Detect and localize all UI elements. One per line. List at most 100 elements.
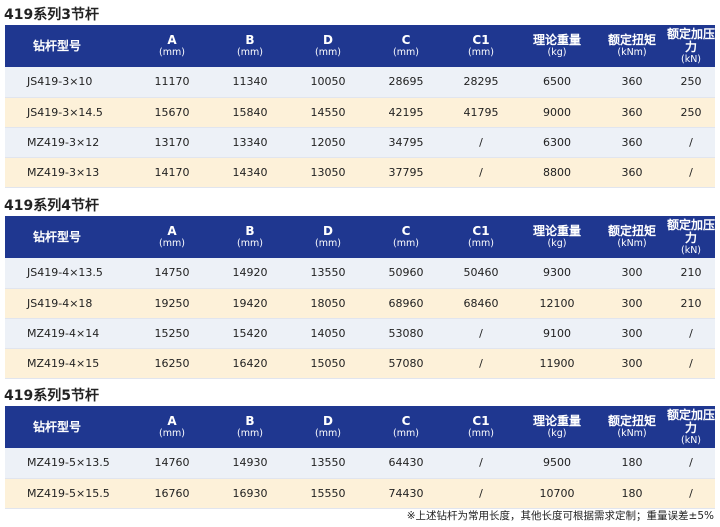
- cell-weight: 9100: [543, 326, 571, 340]
- table-row: JS419-3×14.5 15670 15840 14550 42195 41795 900…: [5, 97, 715, 127]
- header-label: 额定加压力: [667, 26, 716, 54]
- header-unit: (mm): [315, 428, 341, 439]
- header-label: 额定加压力: [667, 217, 716, 245]
- header-label: 理论重量: [532, 414, 581, 428]
- header-unit: (kN): [680, 53, 702, 65]
- cell-d: 13550: [310, 266, 346, 280]
- cell-a: 13170: [154, 135, 190, 149]
- header-d: D (mm): [289, 25, 367, 67]
- cell-c: 53080: [388, 326, 424, 340]
- cell-torque: 180: [621, 456, 643, 470]
- header-a: A (mm): [133, 406, 211, 448]
- header-label: C1: [472, 224, 490, 238]
- cell-force: 250: [680, 75, 702, 89]
- section-title: 419系列4节杆: [4, 198, 99, 214]
- spec-table: 钻杆型号 A (mm) B (mm) D (mm) C (mm) C1 (mm) 理论重量 (kg) 额定…: [5, 216, 715, 379]
- header-unit: (kN): [680, 244, 702, 256]
- header-label: 额定扭矩: [607, 33, 656, 47]
- table-row: MZ419-4×15 16250 16420 15050 57080 / 11900 300 /: [5, 348, 715, 378]
- header-a: A (mm): [133, 216, 211, 258]
- header-c: C (mm): [367, 25, 445, 67]
- header-unit: (mm): [468, 428, 494, 439]
- cell-c1: 68460: [463, 296, 499, 310]
- cell-b: 16420: [232, 356, 268, 370]
- cell-c1: 50460: [463, 266, 499, 280]
- header-label: 钻杆型号: [33, 38, 82, 53]
- header-unit: (mm): [159, 428, 185, 439]
- cell-model: JS419-4×18: [27, 296, 93, 310]
- cell-force: /: [689, 165, 693, 179]
- cell-c: 64430: [388, 456, 424, 470]
- cell-c1: /: [479, 135, 483, 149]
- header-model: 钻杆型号: [5, 216, 133, 258]
- cell-force: /: [689, 456, 693, 470]
- header-force: 额定加压力 (kN): [667, 216, 715, 258]
- header-label: A: [167, 33, 177, 47]
- header-unit: (mm): [468, 47, 494, 58]
- header-torque: 额定扭矩 (kNm): [597, 216, 667, 258]
- header-label: B: [245, 224, 255, 238]
- cell-d: 10050: [310, 75, 346, 89]
- cell-c: 74430: [388, 486, 424, 500]
- table-row: MZ419-5×15.5 16760 16930 15550 74430 / 10700 18…: [5, 478, 715, 508]
- header-label: 理论重量: [532, 33, 581, 47]
- header-label: C1: [472, 414, 490, 428]
- cell-c: 50960: [388, 266, 424, 280]
- header-unit: (mm): [393, 428, 419, 439]
- cell-c1: /: [479, 456, 483, 470]
- spec-table: 钻杆型号 A (mm) B (mm) D (mm) C (mm) C1 (mm) 理论重量 (kg) 额定…: [5, 25, 715, 188]
- cell-a: 14170: [154, 165, 190, 179]
- cell-model: MZ419-5×13.5: [27, 456, 110, 470]
- header-unit: (kg): [547, 238, 567, 249]
- header-torque: 额定扭矩 (kNm): [597, 25, 667, 67]
- header-b: B (mm): [211, 25, 289, 67]
- table-row: MZ419-3×12 13170 13340 12050 34795 / 6300 360 /: [5, 127, 715, 157]
- cell-torque: 360: [621, 135, 643, 149]
- table-row: JS419-3×10 11170 11340 10050 28695 28295 6500 3…: [5, 67, 715, 97]
- section-title: 419系列5节杆: [4, 388, 99, 404]
- header-label: 额定扭矩: [607, 224, 656, 238]
- header-c1: C1 (mm): [445, 406, 517, 448]
- header-label: B: [245, 414, 255, 428]
- cell-b: 13340: [232, 135, 268, 149]
- header-d: D (mm): [289, 216, 367, 258]
- header-label: 额定扭矩: [607, 414, 656, 428]
- cell-c: 28695: [388, 75, 424, 89]
- header-force: 额定加压力 (kN): [667, 25, 715, 67]
- header-model: 钻杆型号: [5, 25, 133, 67]
- header-unit: (mm): [315, 238, 341, 249]
- header-a: A (mm): [133, 25, 211, 67]
- footnote: ※上述钻杆为常用长度，其他长度可根据需求定制；重量误差±5%: [406, 510, 714, 522]
- header-label: C: [401, 33, 411, 47]
- cell-weight: 9000: [543, 105, 571, 119]
- cell-c: 42195: [388, 105, 424, 119]
- cell-c1: /: [479, 356, 483, 370]
- cell-b: 15840: [232, 105, 268, 119]
- table-row: MZ419-4×14 15250 15420 14050 53080 / 9100 300 /: [5, 318, 715, 348]
- cell-model: MZ419-3×13: [27, 165, 100, 179]
- cell-b: 14340: [232, 165, 268, 179]
- table-header-row: 钻杆型号 A (mm) B (mm) D (mm) C (mm) C1 (mm) 理论重量 (kg) 额定…: [5, 216, 715, 258]
- header-unit: (mm): [468, 238, 494, 249]
- header-label: 钻杆型号: [33, 419, 82, 434]
- cell-force: /: [689, 356, 693, 370]
- cell-weight: 8800: [543, 165, 571, 179]
- cell-force: 250: [680, 105, 702, 119]
- cell-model: MZ419-3×12: [27, 135, 100, 149]
- cell-model: JS419-4×13.5: [27, 266, 103, 280]
- cell-d: 18050: [310, 296, 346, 310]
- cell-c: 34795: [388, 135, 424, 149]
- cell-a: 16250: [154, 356, 190, 370]
- cell-d: 13050: [310, 165, 346, 179]
- header-unit: (kNm): [617, 47, 647, 58]
- cell-force: /: [689, 326, 693, 340]
- cell-force: 210: [680, 296, 702, 310]
- header-label: C: [401, 224, 411, 238]
- header-label: B: [245, 33, 255, 47]
- cell-weight: 11900: [539, 356, 575, 370]
- cell-a: 14750: [154, 266, 190, 280]
- header-b: B (mm): [211, 406, 289, 448]
- cell-weight: 9500: [543, 456, 571, 470]
- header-unit: (kNm): [617, 428, 647, 439]
- header-unit: (mm): [393, 238, 419, 249]
